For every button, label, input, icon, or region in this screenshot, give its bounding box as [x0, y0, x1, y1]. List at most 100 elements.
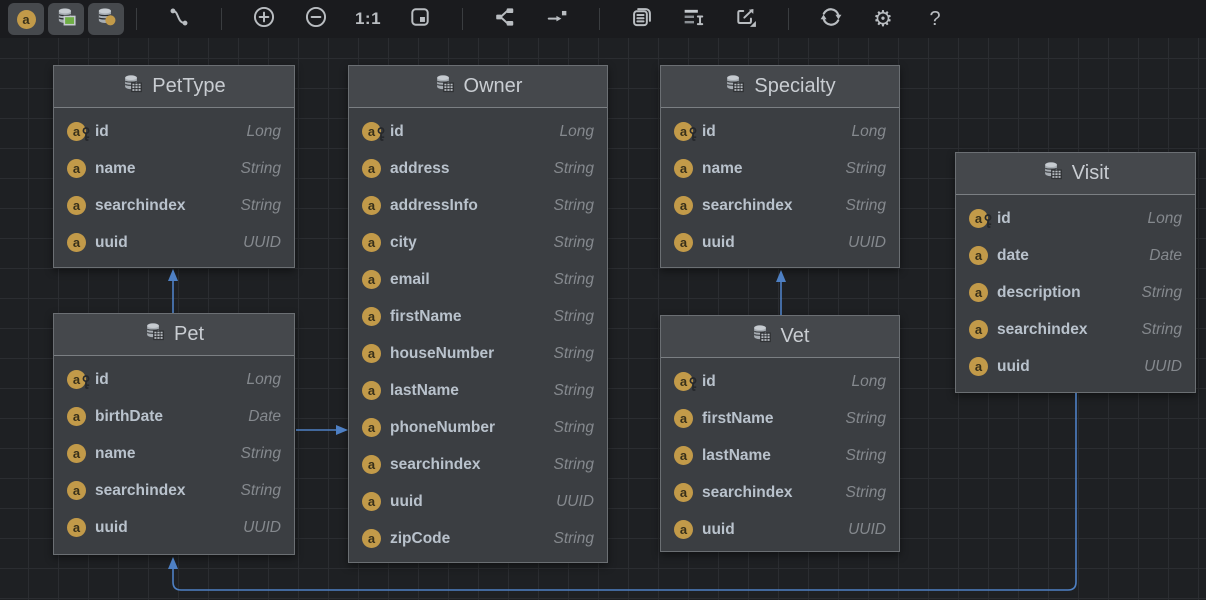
entity-table-pettype[interactable]: PetType aidLonganameStringasearchindexSt… [53, 65, 295, 268]
attribute-icon: a [67, 233, 86, 252]
column-name: searchindex [390, 456, 480, 474]
column-row[interactable]: asearchindexString [661, 474, 899, 511]
help-button[interactable]: ? [917, 3, 953, 35]
table-icon [724, 73, 745, 100]
route-edges-button[interactable] [539, 3, 575, 35]
edit-properties-button[interactable] [676, 3, 712, 35]
column-row[interactable]: anameString [661, 150, 899, 187]
column-type: Long [840, 373, 886, 391]
attribute-icon: a [362, 159, 381, 178]
column-type: String [542, 308, 595, 326]
column-row[interactable]: alastNameString [349, 372, 607, 409]
column-row[interactable]: aidLong [54, 361, 294, 398]
column-row[interactable]: auuidUUID [54, 509, 294, 546]
attribute-icon: a [67, 444, 86, 463]
column-row[interactable]: aidLong [661, 363, 899, 400]
show-key-columns-button[interactable] [48, 3, 84, 35]
table-header[interactable]: Vet [661, 316, 899, 358]
entity-table-specialty[interactable]: Specialty aidLonganameStringasearchindex… [660, 65, 900, 268]
attribute-icon: a [362, 233, 381, 252]
column-name: id [95, 123, 109, 141]
table-header[interactable]: Pet [54, 314, 294, 356]
settings-button[interactable]: ⚙ [865, 3, 901, 35]
attribute-icon: a [674, 233, 693, 252]
column-row[interactable]: aemailString [349, 261, 607, 298]
column-type: Date [236, 408, 281, 426]
toolbar-separator [462, 8, 463, 30]
table-header[interactable]: Owner [349, 66, 607, 108]
column-type: String [229, 160, 282, 178]
column-type: String [542, 530, 595, 548]
column-row[interactable]: afirstNameString [661, 400, 899, 437]
column-row[interactable]: abirthDateDate [54, 398, 294, 435]
diagram-canvas[interactable]: PetType aidLonganameStringasearchindexSt… [0, 38, 1206, 600]
zoom-out-button[interactable] [298, 3, 334, 35]
edge-style-button[interactable] [161, 3, 197, 35]
zoom-in-button[interactable] [246, 3, 282, 35]
column-name: addressInfo [390, 197, 478, 215]
primary-key-icon [376, 127, 387, 142]
column-row[interactable]: auuidUUID [349, 483, 607, 520]
column-name: searchindex [702, 484, 792, 502]
column-row[interactable]: asearchindexString [349, 446, 607, 483]
column-row[interactable]: asearchindexString [661, 187, 899, 224]
column-row[interactable]: afirstNameString [349, 298, 607, 335]
show-all-columns-button[interactable] [88, 3, 124, 35]
copy-diagram-button[interactable] [624, 3, 660, 35]
attribute-icon: a [362, 344, 381, 363]
curved-edge-icon [168, 6, 190, 33]
entity-table-vet[interactable]: Vet aidLongafirstNameStringalastNameStri… [660, 315, 900, 552]
column-row[interactable]: acityString [349, 224, 607, 261]
export-diagram-button[interactable] [728, 3, 764, 35]
column-row[interactable]: ahouseNumberString [349, 335, 607, 372]
column-row[interactable]: alastNameString [661, 437, 899, 474]
arrow-to-node-icon [546, 6, 568, 33]
column-name: name [95, 160, 136, 178]
column-type: String [1130, 284, 1183, 302]
column-row[interactable]: aidLong [349, 113, 607, 150]
column-row[interactable]: asearchindexString [54, 472, 294, 509]
attribute-icon: a [67, 122, 86, 141]
column-row[interactable]: anameString [54, 435, 294, 472]
column-row[interactable]: asearchindexString [54, 187, 294, 224]
column-name: id [390, 123, 404, 141]
reset-zoom-button[interactable]: 1:1 [350, 3, 386, 35]
column-name: city [390, 234, 417, 252]
column-row[interactable]: adateDate [956, 237, 1195, 274]
column-row[interactable]: aidLong [54, 113, 294, 150]
column-row[interactable]: asearchindexString [956, 311, 1195, 348]
refresh-button[interactable] [813, 3, 849, 35]
attribute-icon: a [67, 407, 86, 426]
table-header[interactable]: PetType [54, 66, 294, 108]
column-name: uuid [997, 358, 1030, 376]
table-header[interactable]: Visit [956, 153, 1195, 195]
column-list: aidLongaaddressStringaaddressInfoStringa… [349, 108, 607, 557]
column-row[interactable]: aaddressInfoString [349, 187, 607, 224]
column-row[interactable]: auuidUUID [54, 224, 294, 261]
column-row[interactable]: auuidUUID [956, 348, 1195, 385]
column-name: id [702, 373, 716, 391]
column-row[interactable]: adescriptionString [956, 274, 1195, 311]
column-row[interactable]: aidLong [661, 113, 899, 150]
actual-size-button[interactable] [402, 3, 438, 35]
attribute-icon: a [674, 409, 693, 428]
entity-table-pet[interactable]: Pet aidLongabirthDateDateanameStringasea… [53, 313, 295, 555]
column-type: String [1130, 321, 1183, 339]
table-header[interactable]: Specialty [661, 66, 899, 108]
entity-table-visit[interactable]: Visit aidLongadateDateadescriptionString… [955, 152, 1196, 393]
column-row[interactable]: azipCodeString [349, 520, 607, 557]
column-row[interactable]: anameString [54, 150, 294, 187]
toggle-attributes-button[interactable]: a [8, 3, 44, 35]
column-row[interactable]: auuidUUID [661, 511, 899, 548]
layout-hierarchic-button[interactable] [487, 3, 523, 35]
entity-table-owner[interactable]: Owner aidLongaaddressStringaaddressInfoS… [348, 65, 608, 563]
column-row[interactable]: aaddressString [349, 150, 607, 187]
attribute-icon: a [67, 196, 86, 215]
column-row[interactable]: aphoneNumberString [349, 409, 607, 446]
column-type: String [229, 445, 282, 463]
column-row[interactable]: auuidUUID [661, 224, 899, 261]
primary-key-icon [688, 127, 699, 142]
attribute-icon: a [674, 483, 693, 502]
primary-key-icon [983, 214, 994, 229]
column-row[interactable]: aidLong [956, 200, 1195, 237]
